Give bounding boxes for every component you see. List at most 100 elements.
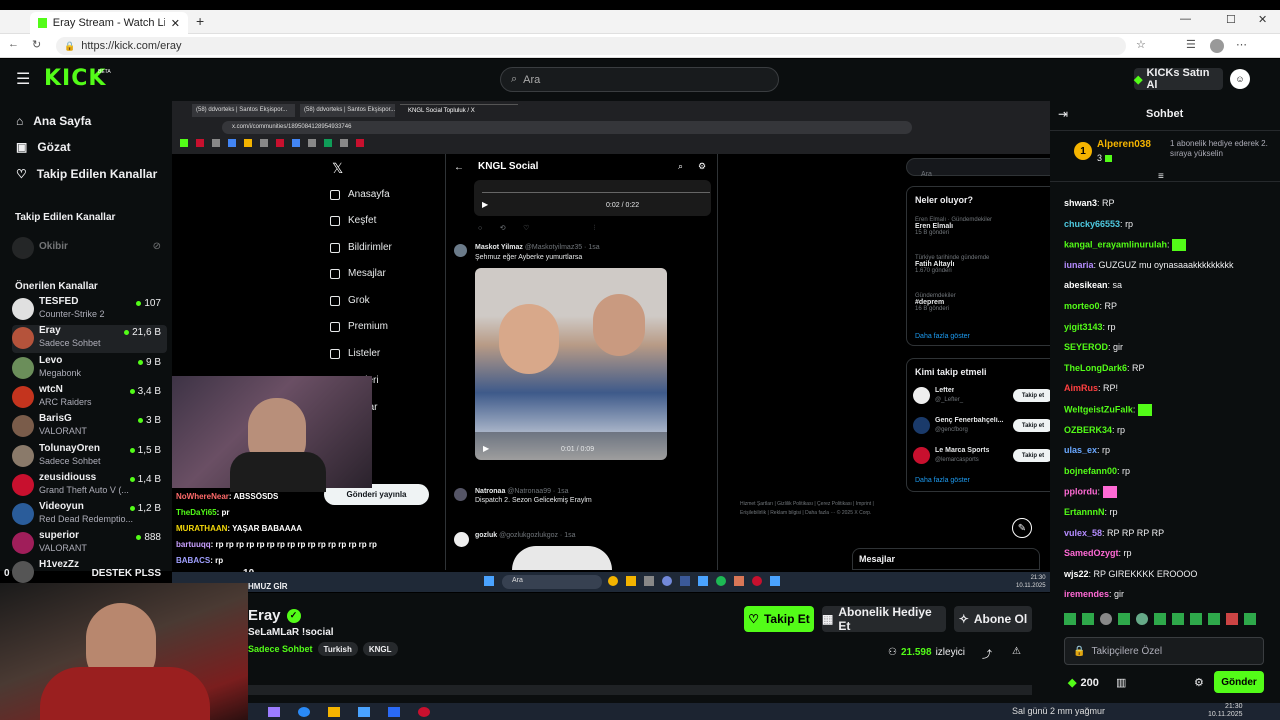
live-dot-icon [129, 389, 135, 394]
store-icon[interactable]: ▥ [1116, 676, 1126, 689]
sidebar-channel[interactable]: superior VALORANT 888 [12, 530, 167, 558]
sidebar-channel[interactable]: TESFED Counter-Strike 2 107 [12, 296, 167, 324]
trend-item: Eren Elmalı · Gündemdekiler Eren Elmalı 15… [915, 217, 1055, 236]
sidebar-channel[interactable]: wtcN ARC Raiders 3,4 B [12, 384, 167, 412]
chat-username[interactable]: kangal_erayamlinurulah [1064, 240, 1167, 250]
windows-start-icon [484, 576, 494, 586]
follow-name: Lefter [935, 387, 955, 394]
kicks-buy-label: KICKs Satın Al [1146, 67, 1210, 91]
overlay-chat-text: : YAŞAR BABAAAA [227, 524, 303, 533]
chat-username[interactable]: iremendes [1064, 589, 1109, 599]
channel-name[interactable]: Eray [248, 607, 281, 624]
send-button[interactable]: Gönder [1214, 671, 1264, 693]
chat-message: yigit3143: rp [1064, 322, 1116, 332]
live-dot-icon [129, 477, 135, 482]
chat-input[interactable]: 🔒 Takipçilere Özel [1064, 637, 1264, 665]
nav-following[interactable]: ♡ Takip Edilen Kanallar [16, 164, 157, 184]
chat-username[interactable]: yigit3143 [1064, 322, 1103, 332]
kicks-balance[interactable]: ◆ 200 [1068, 676, 1099, 690]
profile-avatar[interactable] [1210, 39, 1224, 53]
chat-username[interactable]: iunaria [1064, 260, 1094, 270]
chat-emote-icon [1137, 404, 1152, 416]
channel-viewers: 1,4 B [129, 474, 161, 485]
chat-username[interactable]: TheLongDark6 [1064, 363, 1127, 373]
chat-username[interactable]: pplordu [1064, 487, 1098, 497]
report-icon[interactable]: ⚠ [1012, 646, 1021, 657]
share-icon[interactable]: ⤴ [982, 646, 992, 661]
followed-channel[interactable]: Okibir ⊘ [12, 235, 167, 263]
viewer-count: 3,4 B [137, 386, 161, 397]
gift-icon: ▦ [822, 612, 834, 626]
top-gifter-rank: 1 [1074, 142, 1092, 160]
close-window-icon[interactable]: ✕ [1258, 13, 1267, 26]
sidebar-channel[interactable]: BarisG VALORANT 3 B [12, 413, 167, 441]
new-tab-icon[interactable]: + [196, 13, 204, 29]
chat-username[interactable]: ErtannnN [1064, 507, 1105, 517]
sidebar-channel[interactable]: Eray Sadece Sohbet 21,6 B [12, 325, 167, 353]
x-nav-label: Keşfet [348, 215, 377, 226]
close-tab-icon[interactable]: ✕ [171, 17, 180, 30]
viewer-count: ⚇ 21.598 izleyici [888, 647, 965, 658]
chat-username[interactable]: shwan3 [1064, 198, 1097, 208]
follow-button[interactable]: ♡ Takip Et [744, 606, 814, 632]
favorite-icon[interactable]: ☆ [1136, 38, 1146, 51]
kicks-icon: ◆ [1068, 677, 1077, 689]
chat-username[interactable]: morteo0 [1064, 301, 1100, 311]
reload-icon[interactable]: ↻ [32, 38, 41, 51]
stream-tag[interactable]: Turkish [317, 642, 358, 656]
chat-username[interactable]: WeltgeistZuFalk [1064, 404, 1133, 414]
sidebar-channel[interactable]: Levo Megabonk 9 B [12, 355, 167, 383]
chat-text: RP [1102, 198, 1115, 208]
maximize-icon[interactable]: ☐ [1226, 13, 1236, 26]
chat-text: RP! [1103, 383, 1119, 394]
more-menu-icon[interactable]: ⋯ [1236, 38, 1247, 51]
channel-viewers: 1,5 B [129, 445, 161, 456]
sidebar-channel[interactable]: Videoyun Red Dead Redemptio... 1,2 B [12, 501, 167, 529]
search-input[interactable]: ⌕ Ara [500, 67, 779, 92]
address-bar[interactable]: 🔒 https://kick.com/eray [56, 37, 1126, 55]
tweet-handle: @Natronaa99 · 1sa [507, 488, 569, 495]
chat-settings-icon[interactable]: ⚙ [1194, 676, 1204, 689]
chat-username[interactable]: ulas_ex [1064, 445, 1097, 455]
stream-title: SeLaMLaR !social [248, 627, 334, 638]
stream-tags: Sadece Sohbet Turkish KNGL [248, 642, 398, 656]
chat-username[interactable]: SamedOzygt [1064, 548, 1119, 558]
minimize-icon[interactable]: — [1180, 13, 1191, 25]
gift-sub-button[interactable]: ▦ Abonelik Hediye Et [822, 605, 946, 633]
chat-message: chucky66553: rp [1064, 219, 1133, 229]
collapse-chat-icon[interactable]: ⇥ [1058, 107, 1068, 121]
browser-tab-bar: Eray Stream - Watch Live on ✕ + — ☐ ✕ [0, 10, 1280, 34]
chat-username[interactable]: wjs22 [1064, 569, 1089, 579]
browser-tab[interactable]: Eray Stream - Watch Live on ✕ [30, 12, 188, 34]
kicks-buy-button[interactable]: ◆ KICKs Satın Al [1134, 67, 1223, 91]
overlay-chat-line: BABACS: rp [176, 556, 223, 565]
sidebar-channel[interactable]: zeusidiouss Grand Theft Auto V (... 1,4 B [12, 472, 167, 500]
menu-icon[interactable]: ☰ [16, 69, 30, 89]
stream-category[interactable]: Sadece Sohbet [248, 644, 313, 654]
chat-username[interactable]: abesikean [1064, 280, 1108, 290]
nav-home[interactable]: ⌂ Ana Sayfa [16, 111, 91, 131]
chat-username[interactable]: AimRus [1064, 383, 1098, 393]
stream-tag[interactable]: KNGL [362, 642, 398, 656]
channel-category: VALORANT [39, 426, 87, 436]
captured-taskbar: Ara 21:30 10.11.2025 [172, 572, 1050, 592]
subscribe-button[interactable]: ✧ Abone Ol [954, 606, 1032, 632]
channel-viewers: 888 [136, 532, 161, 543]
sidebar-channel[interactable]: TolunayOren Sadece Sohbet 1,5 B [12, 443, 167, 471]
live-dot-icon [136, 301, 142, 306]
back-icon[interactable]: ← [8, 38, 19, 50]
channel-avatar [12, 474, 34, 496]
tweet-user: Maskot Yilmaz [475, 244, 523, 251]
chat-username[interactable]: bojnefann00 [1064, 466, 1117, 476]
goal-left: 0 [4, 567, 10, 579]
chat-username[interactable]: chucky66553 [1064, 219, 1120, 229]
chat-username[interactable]: vulex_58 [1064, 528, 1102, 538]
collections-icon[interactable]: ☰ [1186, 38, 1196, 51]
user-avatar[interactable]: ☺ [1230, 69, 1250, 89]
nav-browse[interactable]: ▣ Gözat [16, 137, 71, 157]
chat-username[interactable]: SEYEROD [1064, 342, 1108, 352]
follow-avatar [913, 447, 930, 464]
chat-text: RP RP RP RP [1107, 527, 1165, 538]
chat-username[interactable]: OZBERK34 [1064, 425, 1112, 435]
trends-show-more: Daha fazla göster [915, 333, 970, 340]
